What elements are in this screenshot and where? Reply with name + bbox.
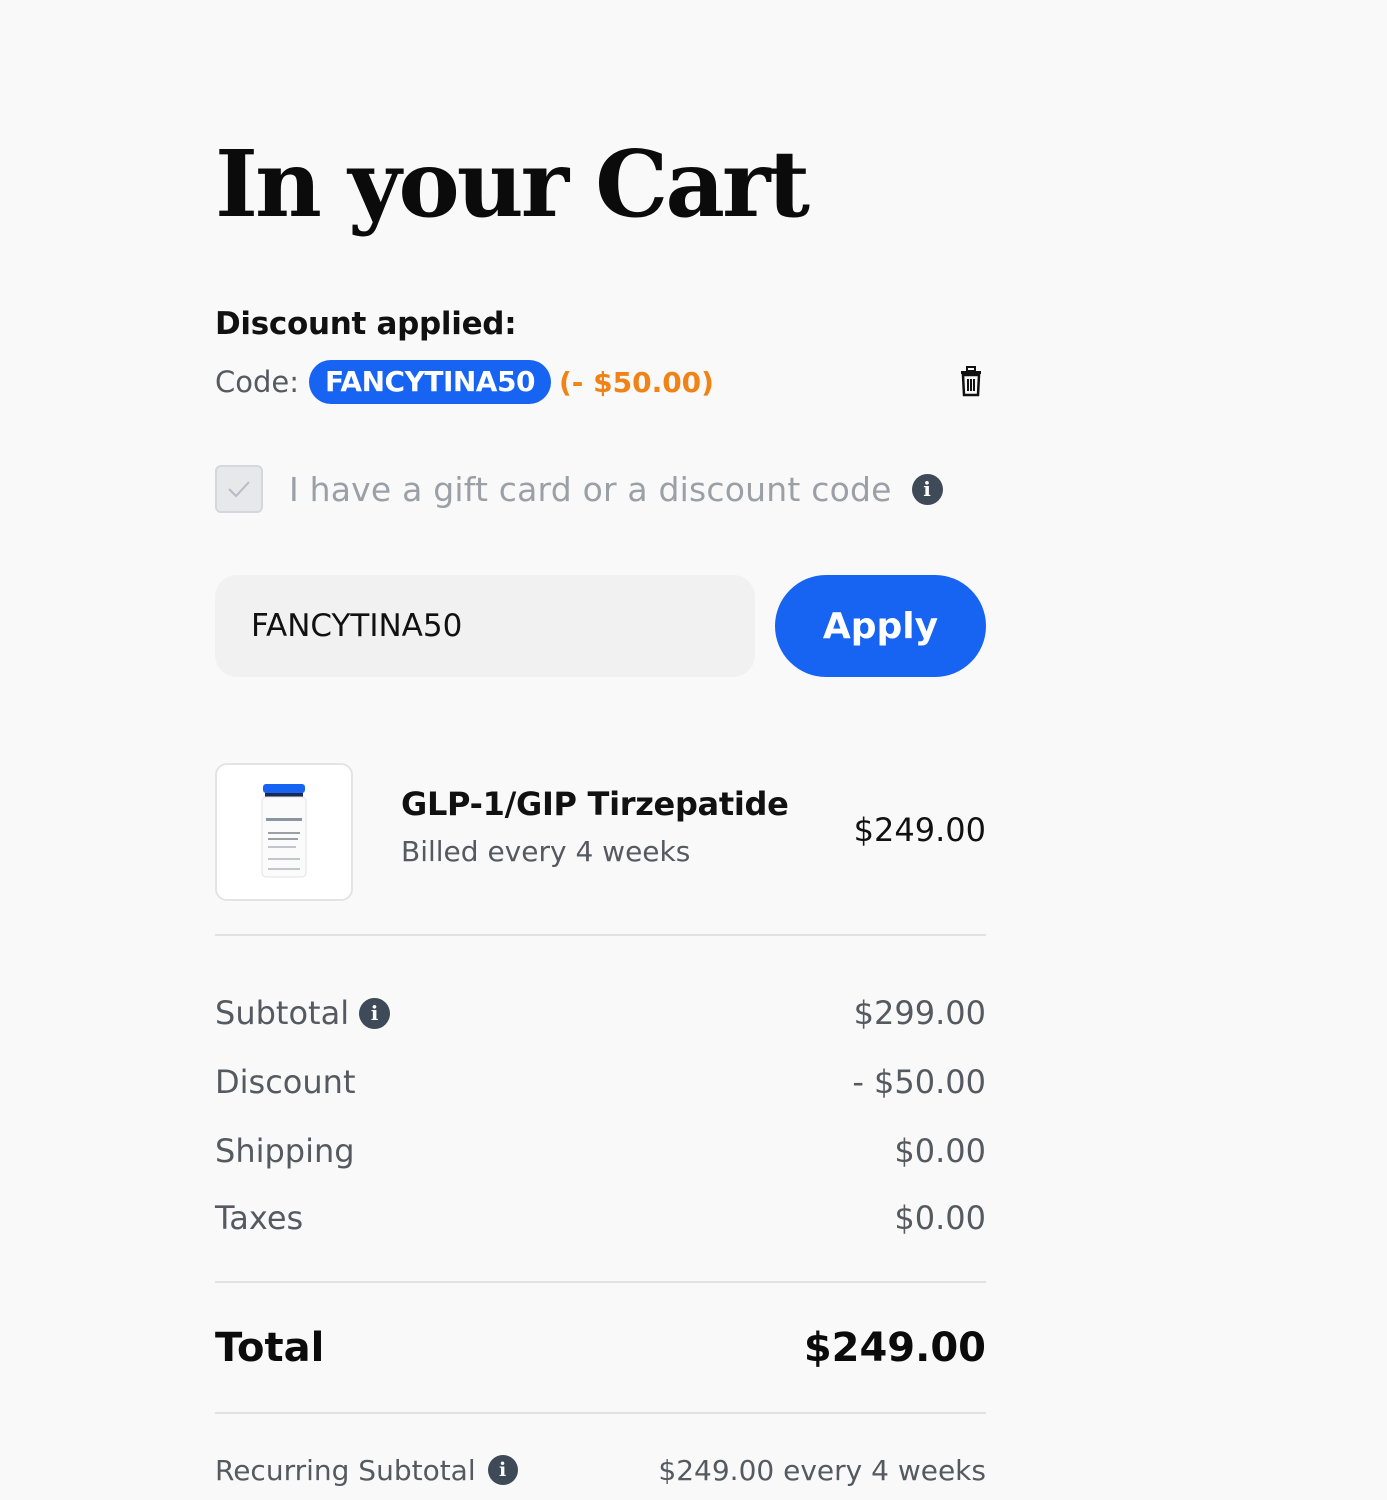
subtotal-row: Subtotal i $299.00 — [215, 991, 986, 1035]
total-value: $249.00 — [803, 1325, 986, 1371]
product-image — [215, 763, 353, 901]
applied-code-row: Code: FANCYTINA50 (- $50.00) — [215, 360, 986, 404]
gift-card-row: I have a gift card or a discount code i — [215, 464, 986, 514]
gift-card-label[interactable]: I have a gift card or a discount code — [289, 470, 892, 509]
trash-icon[interactable] — [956, 366, 986, 398]
recurring-value: $249.00 every 4 weeks — [658, 1453, 986, 1487]
taxes-value: $0.00 — [894, 1199, 986, 1237]
discount-value: - $50.00 — [852, 1063, 986, 1101]
discount-row: Discount - $50.00 — [215, 1060, 986, 1104]
subtotal-value: $299.00 — [853, 994, 986, 1032]
shipping-label: Shipping — [215, 1132, 355, 1170]
taxes-row: Taxes $0.00 — [215, 1196, 986, 1240]
applied-code-badge: FANCYTINA50 — [309, 360, 551, 404]
gift-card-checkbox[interactable] — [215, 465, 263, 513]
info-icon[interactable]: i — [359, 997, 391, 1029]
divider — [215, 934, 986, 936]
shipping-row: Shipping $0.00 — [215, 1129, 986, 1173]
subtotal-label: Subtotal — [215, 994, 350, 1032]
recurring-subtotal-row: Recurring Subtotal i $249.00 every 4 week… — [215, 1450, 986, 1490]
shipping-value: $0.00 — [894, 1132, 986, 1170]
applied-code-amount: (- $50.00) — [558, 365, 714, 399]
checkmark-icon — [228, 481, 250, 498]
total-row: Total $249.00 — [215, 1318, 986, 1378]
code-label: Code: — [215, 365, 300, 399]
cart-item: GLP-1/GIP Tirzepatide Billed every 4 wee… — [215, 763, 986, 903]
divider — [215, 1281, 986, 1283]
info-icon[interactable]: i — [911, 473, 943, 505]
page-title: In your Cart — [215, 130, 810, 238]
discount-code-input[interactable] — [215, 575, 755, 677]
info-icon[interactable]: i — [487, 1455, 518, 1485]
cart-page: In your Cart Discount applied: Code: FAN… — [0, 0, 1387, 1500]
recurring-label: Recurring Subtotal — [215, 1453, 476, 1487]
discount-heading: Discount applied: — [215, 306, 517, 342]
apply-button[interactable]: Apply — [775, 575, 986, 677]
product-price: $249.00 — [853, 811, 986, 849]
divider — [215, 1412, 986, 1414]
product-billing: Billed every 4 weeks — [401, 835, 691, 868]
product-name: GLP-1/GIP Tirzepatide — [401, 785, 789, 823]
total-label: Total — [215, 1325, 325, 1371]
taxes-label: Taxes — [215, 1199, 304, 1237]
discount-label: Discount — [215, 1063, 356, 1101]
